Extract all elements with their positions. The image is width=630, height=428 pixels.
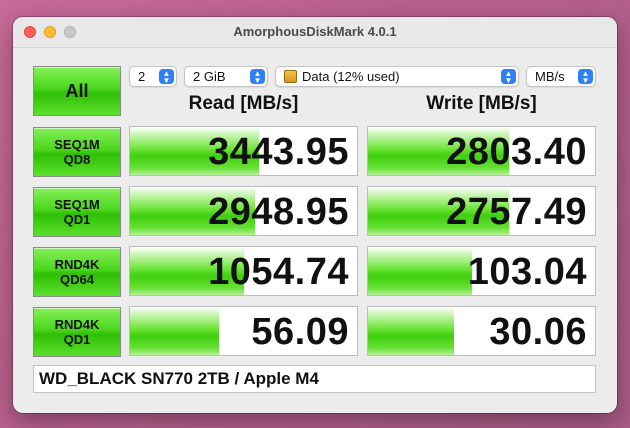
read-result-value: 56.09 — [251, 311, 349, 353]
write-result-meter: 2803.40 — [367, 126, 596, 176]
write-result-value: 2757.49 — [446, 191, 587, 233]
test-name-label: SEQ1M — [54, 137, 100, 152]
test-size-select[interactable]: 2 GiB ▲ ▼ — [184, 66, 268, 87]
drive-icon — [284, 70, 297, 83]
write-result-bar — [368, 307, 455, 355]
write-result-meter: 30.06 — [367, 306, 596, 356]
write-result-meter: 103.04 — [367, 246, 596, 296]
test-name-label: SEQ1M — [54, 197, 100, 212]
read-result-value: 2948.95 — [208, 191, 349, 233]
test-queue-label: QD64 — [60, 272, 94, 287]
read-result-value: 3443.95 — [208, 131, 349, 173]
write-result-value: 103.04 — [467, 251, 587, 293]
chevron-updown-icon: ▲ ▼ — [501, 69, 516, 84]
test-count-value: 2 — [138, 69, 146, 84]
write-result-meter: 2757.49 — [367, 186, 596, 236]
read-column-header: Read [MB/s] — [188, 93, 299, 114]
read-result-value: 1054.74 — [208, 251, 349, 293]
test-button[interactable]: RND4K QD1 — [33, 307, 121, 357]
test-count-select[interactable]: 2 ▲ ▼ — [129, 66, 177, 87]
write-column-header: Write [MB/s] — [426, 93, 537, 114]
test-queue-label: QD8 — [63, 152, 91, 167]
read-result-meter: 1054.74 — [129, 246, 358, 296]
read-result-meter: 56.09 — [129, 306, 358, 356]
write-result-bar — [368, 247, 473, 295]
app-window: AmorphousDiskMark 4.0.1 All 2 ▲ ▼ 2 GiB ▲… — [13, 17, 617, 413]
chevron-updown-icon: ▲ ▼ — [250, 69, 265, 84]
test-name-label: RND4K — [54, 317, 100, 332]
window-title: AmorphousDiskMark 4.0.1 — [233, 24, 397, 39]
write-result-value: 2803.40 — [446, 131, 587, 173]
test-button[interactable]: SEQ1M QD1 — [33, 187, 121, 237]
read-result-meter: 2948.95 — [129, 186, 358, 236]
title-bar: AmorphousDiskMark 4.0.1 — [13, 17, 617, 48]
test-queue-label: QD1 — [63, 332, 91, 347]
target-volume-select[interactable]: Data (12% used) ▲ ▼ — [275, 66, 519, 87]
write-result-value: 30.06 — [489, 311, 587, 353]
target-volume-value: Data (12% used) — [302, 69, 400, 84]
unit-value: MB/s — [535, 69, 565, 84]
read-result-meter: 3443.95 — [129, 126, 358, 176]
test-button[interactable]: SEQ1M QD8 — [33, 127, 121, 177]
chevron-updown-icon: ▲ ▼ — [578, 69, 593, 84]
chevron-updown-icon: ▲ ▼ — [159, 69, 174, 84]
unit-select[interactable]: MB/s ▲ ▼ — [526, 66, 596, 87]
comment-field[interactable]: WD_BLACK SN770 2TB / Apple M4 — [33, 365, 596, 393]
run-all-button[interactable]: All — [33, 66, 121, 116]
test-button[interactable]: RND4K QD64 — [33, 247, 121, 297]
test-queue-label: QD1 — [63, 212, 91, 227]
test-name-label: RND4K — [54, 257, 100, 272]
read-result-bar — [130, 307, 219, 355]
test-size-value: 2 GiB — [193, 69, 226, 84]
